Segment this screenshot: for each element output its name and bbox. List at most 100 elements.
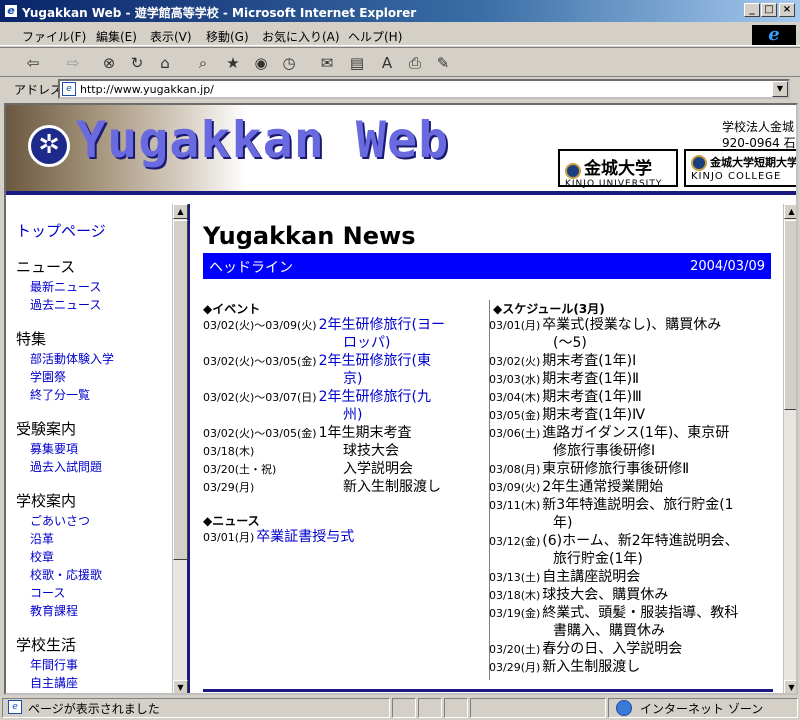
font-icon[interactable]: A xyxy=(376,52,398,74)
sidebar-item-past-news[interactable]: 過去ニュース xyxy=(30,296,101,313)
sidebar-item-emblem[interactable]: 校章 xyxy=(30,548,54,565)
sidebar-item-archive[interactable]: 終了分一覧 xyxy=(30,386,90,403)
search-icon[interactable]: ⌕ xyxy=(192,52,214,74)
list-item-cont[interactable]: 州) xyxy=(343,404,362,424)
address-input[interactable]: e http://www.yugakkan.jp/ ▼ xyxy=(58,79,790,99)
menu-help[interactable]: ヘルプ(H) xyxy=(348,28,402,45)
window-title-bar[interactable]: e Yugakkan Web - 遊学館高等学校 - Microsoft Int… xyxy=(0,0,800,22)
list-item: 03/02(火) 期末考査(1年)Ⅰ xyxy=(489,353,637,369)
uni2-en: KINJO COLLEGE xyxy=(691,170,782,182)
uni1-name: 金城大学 xyxy=(584,159,652,179)
page-done-icon: e xyxy=(8,700,22,714)
print-preview-icon[interactable]: ▤ xyxy=(346,52,368,74)
page-viewport: ✲ Yugakkan Web 学校法人金城 920-0964 石川 金城大学 K… xyxy=(4,103,798,695)
status-pane-empty xyxy=(444,698,468,718)
sidebar-item-requirements[interactable]: 募集要項 xyxy=(30,440,78,457)
sidebar-item-club-trial[interactable]: 部活動体験入学 xyxy=(30,350,114,367)
main-frame: Yugakkan News ヘッドライン 2004/03/09 ◆イベント 03… xyxy=(193,204,796,693)
list-item: 03/18(木) 球技大会、購買休み xyxy=(489,587,669,603)
scroll-down-icon[interactable]: ▼ xyxy=(173,680,188,693)
ie-page-icon: e xyxy=(4,4,18,18)
mail-icon[interactable]: ✉ xyxy=(316,52,338,74)
sidebar-item-greeting[interactable]: ごあいさつ xyxy=(30,512,90,529)
menu-view[interactable]: 表示(V) xyxy=(150,28,192,45)
kinjo-college-emblem-icon xyxy=(691,154,707,171)
menu-favorites[interactable]: お気に入り(A) xyxy=(262,28,340,45)
stop-icon[interactable]: ⊗ xyxy=(98,52,120,74)
sidebar-item-courses[interactable]: コース xyxy=(30,584,65,601)
forward-icon[interactable]: ⇨ xyxy=(62,52,84,74)
list-item[interactable]: 03/02(火)～03/09(火) 2年生研修旅行(ヨー xyxy=(203,314,445,334)
sidebar-item-past-exams[interactable]: 過去入試問題 xyxy=(30,458,102,475)
scroll-up-icon[interactable]: ▲ xyxy=(784,204,796,219)
home-icon[interactable]: ⌂ xyxy=(154,52,176,74)
list-item: 03/29(月) 新入生制服渡し xyxy=(203,479,441,495)
list-item: 03/20(土) 春分の日、入学説明会 xyxy=(489,641,683,657)
sidebar-item-songs[interactable]: 校歌・応援歌 xyxy=(30,566,102,583)
kinjo-college-link[interactable]: 金城大学短期大学部 KINJO COLLEGE xyxy=(684,149,798,187)
ie-logo-icon: e xyxy=(752,25,796,45)
list-item-cont[interactable]: ロッパ) xyxy=(343,332,390,352)
menu-edit[interactable]: 編集(E) xyxy=(96,28,137,45)
kinjo-university-link[interactable]: 金城大学 KINJO UNIVERSITY xyxy=(558,149,678,189)
scroll-down-icon[interactable]: ▼ xyxy=(784,680,796,693)
list-item[interactable]: 03/02(火)～03/07(日) 2年生研修旅行(九 xyxy=(203,386,431,406)
edit-icon[interactable]: ✎ xyxy=(432,52,454,74)
list-item[interactable]: 03/02(火)～03/05(金) 2年生研修旅行(東 xyxy=(203,350,431,370)
window-title: Yugakkan Web - 遊学館高等学校 - Microsoft Inter… xyxy=(22,6,417,20)
list-item-cont: (～5) xyxy=(553,335,587,351)
sidebar-scroll-thumb[interactable] xyxy=(173,220,188,560)
site-banner: ✲ Yugakkan Web 学校法人金城 920-0964 石川 金城大学 K… xyxy=(6,105,798,195)
sidebar-item-annual-events[interactable]: 年間行事 xyxy=(30,656,78,673)
list-item: 03/02(火)～03/05(金) 1年生期末考査 xyxy=(203,425,412,441)
address-label: アドレス xyxy=(14,83,63,97)
zone-text: インターネット ゾーン xyxy=(640,702,764,716)
minimize-icon[interactable]: _ xyxy=(744,3,760,17)
sidebar-section-about: 学校案内 xyxy=(16,492,77,510)
close-icon[interactable]: × xyxy=(779,3,795,17)
list-item-cont[interactable]: 京) xyxy=(343,368,362,388)
site-logo[interactable]: Yugakkan Web xyxy=(76,111,449,169)
toolbar: ⇦ ⇨ ⊗ ↻ ⌂ ⌕ ★ ◉ ◷ ✉ ▤ A ⎙ ✎ xyxy=(0,47,800,77)
maximize-icon[interactable]: □ xyxy=(761,3,777,17)
scroll-up-icon[interactable]: ▲ xyxy=(173,204,188,219)
main-scroll-thumb[interactable] xyxy=(784,220,796,410)
media-icon[interactable]: ◉ xyxy=(250,52,272,74)
menu-go[interactable]: 移動(G) xyxy=(206,28,249,45)
headline-date: 2004/03/09 xyxy=(690,259,765,274)
list-item: 03/18(木) 球技大会 xyxy=(203,443,399,459)
chevron-down-icon[interactable]: ▼ xyxy=(772,81,788,97)
sidebar-item-history[interactable]: 沿革 xyxy=(30,530,54,547)
list-item-cont: 旅行貯金(1年) xyxy=(553,551,643,567)
list-item: 03/05(金) 期末考査(1年)Ⅳ xyxy=(489,407,646,423)
print-icon[interactable]: ⎙ xyxy=(404,52,426,74)
sidebar-section-school-life: 学校生活 xyxy=(16,636,77,654)
favorites-icon[interactable]: ★ xyxy=(222,52,244,74)
menu-bar: ファイル(F) 編集(E) 表示(V) 移動(G) お気に入り(A) ヘルプ(H… xyxy=(0,24,800,46)
menu-file[interactable]: ファイル(F) xyxy=(22,28,86,45)
sidebar-item-curriculum[interactable]: 教育課程 xyxy=(30,602,78,619)
sidebar-scrollbar[interactable]: ▲ ▼ xyxy=(172,204,188,693)
sidebar-item-festival[interactable]: 学園祭 xyxy=(30,368,66,385)
corp-line-1: 学校法人金城 xyxy=(722,120,795,134)
sidebar-item-top[interactable]: トップページ xyxy=(16,220,106,241)
status-pane-empty xyxy=(418,698,442,718)
list-item-cont: 書購入、購買休み xyxy=(553,623,665,639)
kinjo-emblem-icon xyxy=(565,162,581,179)
address-url[interactable]: http://www.yugakkan.jp/ xyxy=(80,83,214,96)
school-crest-icon: ✲ xyxy=(28,125,70,167)
footer-divider xyxy=(203,689,773,692)
back-icon[interactable]: ⇦ xyxy=(22,52,44,74)
internet-zone-icon xyxy=(616,700,632,716)
history-icon[interactable]: ◷ xyxy=(278,52,300,74)
list-item: 03/12(金) (6)ホーム、新2年特進説明会、 xyxy=(489,533,739,549)
uni2-name: 金城大学短期大学部 xyxy=(710,156,798,169)
status-pane-empty xyxy=(470,698,606,718)
refresh-icon[interactable]: ↻ xyxy=(126,52,148,74)
sidebar-item-self-study[interactable]: 自主講座 xyxy=(30,674,78,691)
list-item[interactable]: 03/01(月) 卒業証書授与式 xyxy=(203,526,354,546)
main-scrollbar[interactable]: ▲ ▼ xyxy=(783,204,796,693)
headline-label: ヘッドライン xyxy=(209,260,293,276)
sidebar-item-latest-news[interactable]: 最新ニュース xyxy=(30,278,101,295)
page-icon: e xyxy=(62,82,76,96)
